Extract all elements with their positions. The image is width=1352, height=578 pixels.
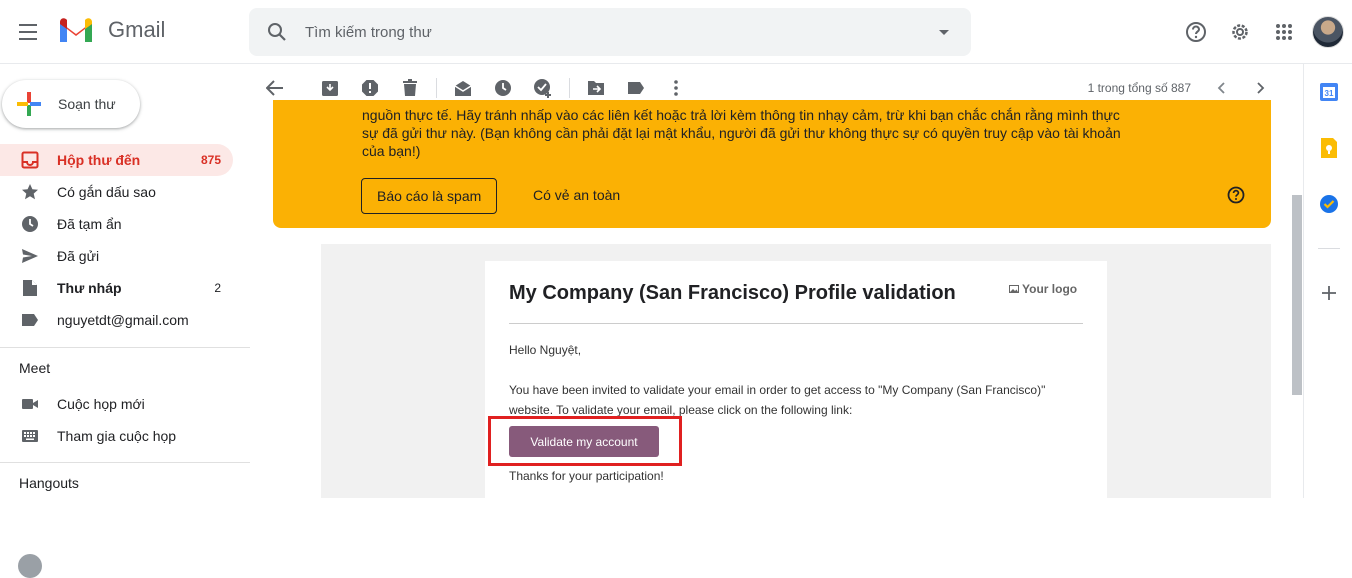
top-header: Gmail — [0, 0, 1352, 64]
title-divider — [509, 323, 1083, 324]
hangouts-section-title: Hangouts — [19, 475, 79, 491]
toolbar-separator — [569, 78, 570, 98]
hangouts-avatar[interactable] — [18, 554, 42, 578]
gmail-logo[interactable]: Gmail — [58, 16, 165, 44]
keep-icon[interactable] — [1317, 136, 1341, 160]
sidebar-item-label-account[interactable]: nguyetdt@gmail.com — [0, 304, 233, 336]
sidebar-item-label: Hộp thư đến — [57, 152, 141, 168]
calendar-icon[interactable]: 31 — [1317, 80, 1341, 104]
phishing-warning-banner: nguồn thực tế. Hãy tránh nhấp vào các li… — [273, 100, 1271, 228]
sidebar-item-inbox[interactable]: Hộp thư đến 875 — [0, 144, 233, 176]
company-logo: Your logo — [1009, 282, 1077, 296]
sidebar-item-new-meeting[interactable]: Cuộc họp mới — [0, 388, 233, 420]
sidebar-item-label: Có gắn dấu sao — [57, 184, 156, 200]
label-icon — [20, 310, 40, 330]
draft-icon — [20, 278, 40, 298]
side-addon-panel: 31 — [1303, 64, 1352, 498]
send-icon — [20, 246, 40, 266]
scrollbar-thumb[interactable] — [1292, 195, 1302, 395]
toolbar-separator — [436, 78, 437, 98]
draft-count: 2 — [214, 281, 221, 295]
app-name: Gmail — [108, 17, 166, 42]
sidebar-item-snoozed[interactable]: Đã tạm ẩn — [0, 208, 233, 240]
search-bar[interactable] — [249, 8, 971, 56]
sidebar-item-label: Đã gửi — [57, 248, 100, 264]
tasks-icon[interactable] — [1317, 192, 1341, 216]
sidebar-item-starred[interactable]: Có gắn dấu sao — [0, 176, 233, 208]
clock-icon — [20, 214, 40, 234]
search-options-icon[interactable] — [937, 25, 951, 39]
email-title: My Company (San Francisco) Profile valid… — [509, 282, 956, 304]
sidebar-item-drafts[interactable]: Thư nháp 2 — [0, 272, 233, 304]
settings-gear-icon[interactable] — [1220, 12, 1260, 52]
meet-section-title: Meet — [19, 360, 51, 376]
help-icon[interactable] — [1176, 12, 1216, 52]
gmail-m-icon — [60, 18, 92, 42]
inbox-icon — [20, 150, 40, 170]
pagination-text: 1 trong tổng số 887 — [1087, 81, 1191, 95]
compose-button[interactable]: Soạn thư — [2, 80, 140, 128]
sidebar-item-label: nguyetdt@gmail.com — [57, 312, 189, 328]
sidebar-nav: Hộp thư đến 875 Có gắn dấu sao Đã tạm ẩn… — [0, 144, 250, 578]
header-actions — [1176, 12, 1352, 52]
main-menu-icon[interactable] — [12, 12, 48, 52]
logo-text: Your logo — [1022, 282, 1078, 296]
warning-text: nguồn thực tế. Hãy tránh nhấp vào các li… — [362, 107, 1121, 159]
looks-safe-button[interactable]: Có vẻ an toàn — [533, 187, 620, 203]
report-spam-button[interactable]: Báo cáo là spam — [361, 178, 498, 214]
thanks-text: Thanks for your participation! — [509, 469, 664, 483]
addon-divider — [1318, 248, 1340, 249]
search-icon[interactable] — [265, 20, 289, 44]
sidebar-item-label: Cuộc họp mới — [57, 396, 145, 412]
sidebar: Soạn thư Hộp thư đến 875 Có gắn dấu sao … — [0, 64, 250, 578]
greeting-text: Hello Nguyệt, — [509, 343, 582, 357]
annotation-highlight-box — [488, 416, 682, 466]
unread-count: 875 — [200, 153, 221, 167]
sidebar-item-label: Đã tạm ẩn — [57, 216, 122, 232]
get-addons-plus-icon[interactable] — [1317, 281, 1341, 305]
video-camera-icon — [20, 394, 40, 414]
sidebar-item-label: Tham gia cuộc họp — [57, 428, 177, 444]
sidebar-item-sent[interactable]: Đã gửi — [0, 240, 233, 272]
svg-text:31: 31 — [1325, 89, 1334, 98]
warning-help-icon[interactable] — [1225, 184, 1247, 206]
compose-plus-icon — [16, 91, 42, 117]
account-avatar[interactable] — [1312, 16, 1344, 48]
search-input[interactable] — [305, 23, 905, 41]
invitation-text: You have been invited to validate your e… — [509, 383, 1046, 417]
star-icon — [20, 182, 40, 202]
compose-label: Soạn thư — [58, 96, 116, 112]
apps-grid-icon[interactable] — [1264, 12, 1304, 52]
keyboard-icon — [20, 426, 40, 446]
sidebar-item-label: Thư nháp — [57, 280, 122, 296]
sidebar-item-join-meeting[interactable]: Tham gia cuộc họp — [0, 420, 233, 452]
image-icon — [1009, 284, 1019, 294]
